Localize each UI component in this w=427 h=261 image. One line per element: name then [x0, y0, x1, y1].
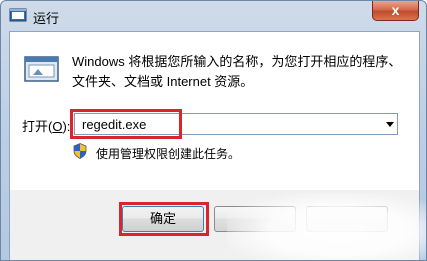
- uac-shield-icon: [73, 143, 87, 159]
- admin-note: 使用管理权限创建此任务。: [96, 147, 241, 161]
- open-label: 打开(O):: [22, 119, 71, 134]
- dropdown-arrow-icon[interactable]: [386, 122, 394, 127]
- watermark-overlay: [227, 193, 426, 260]
- run-dialog: 运行 x Windows 将根据您所输入的名称，为您打开相应的程序、文件夹、文档…: [0, 0, 427, 261]
- input-highlight-box: [70, 109, 182, 139]
- run-window-icon: [24, 56, 59, 82]
- window-title: 运行: [33, 11, 60, 26]
- description-text: Windows 将根据您所输入的名称，为您打开相应的程序、文件夹、文档或 Int…: [72, 54, 402, 89]
- ok-highlight-box: [119, 202, 209, 236]
- dialog-content: Windows 将根据您所输入的名称，为您打开相应的程序、文件夹、文档或 Int…: [9, 31, 420, 191]
- run-app-icon: [9, 8, 27, 22]
- close-button[interactable]: x: [372, 1, 419, 21]
- title-bar[interactable]: 运行 x: [1, 1, 426, 31]
